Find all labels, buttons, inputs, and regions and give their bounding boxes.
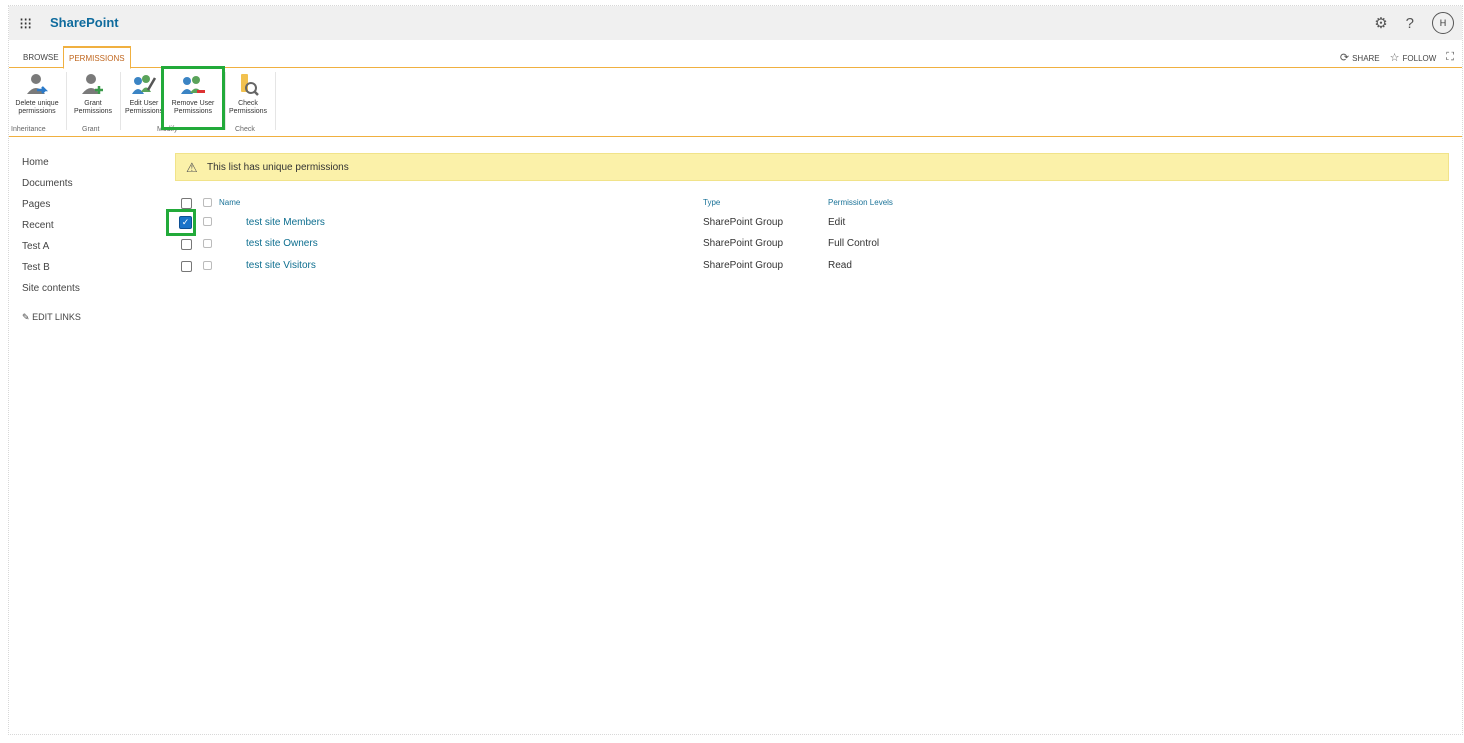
row-type: SharePoint Group	[703, 238, 784, 249]
row-item-checkbox[interactable]	[203, 217, 212, 226]
grant-permissions-icon	[82, 74, 103, 94]
share-icon: ⟳	[1339, 52, 1350, 64]
delete-unique-permissions-button[interactable]: Delete unique permissions	[9, 72, 65, 116]
button-label-line1: Edit User	[129, 100, 159, 107]
row-item-checkbox[interactable]	[203, 261, 212, 270]
follow-button[interactable]: ☆ FOLLOW	[1390, 51, 1437, 64]
share-button[interactable]: ⟳ SHARE	[1340, 51, 1380, 64]
suite-bar-right: ⚙ ? H	[1374, 12, 1454, 34]
nav-item-test-a[interactable]: Test A	[22, 241, 81, 262]
unique-permissions-banner: ⚠ This list has unique permissions	[175, 153, 1449, 181]
star-icon: ☆	[1389, 52, 1400, 64]
user-avatar[interactable]: H	[1432, 12, 1454, 34]
row-name-link[interactable]: test site Members	[246, 217, 325, 228]
help-icon[interactable]: ?	[1406, 15, 1414, 32]
nav-item-pages[interactable]: Pages	[22, 199, 81, 220]
row-permission-level: Edit	[828, 217, 846, 228]
tab-permissions[interactable]: PERMISSIONS	[63, 46, 131, 69]
row-type: SharePoint Group	[703, 217, 784, 228]
group-label-inheritance: Inheritance	[11, 126, 46, 133]
column-header-permission-levels[interactable]: Permission Levels	[828, 198, 893, 207]
row-name-link[interactable]: test site Visitors	[246, 260, 316, 271]
check-permissions-icon	[241, 74, 259, 96]
remove-permissions-highlight	[161, 66, 225, 130]
check-permissions-button[interactable]: Check Permissions	[220, 72, 276, 116]
group-label-check: Check	[235, 126, 255, 133]
column-header-type[interactable]: Type	[703, 198, 720, 207]
left-navigation: Home Documents Pages Recent Test A Test …	[22, 157, 81, 323]
banner-text: This list has unique permissions	[207, 162, 349, 173]
nav-item-home[interactable]: Home	[22, 157, 81, 178]
nav-item-test-b[interactable]: Test B	[22, 262, 81, 283]
button-label-line1: Delete unique	[15, 100, 59, 107]
grant-permissions-button[interactable]: Grant Permissions	[65, 72, 121, 116]
button-label-line2: Permissions	[124, 108, 164, 115]
app-launcher-icon[interactable]: ⁝⁝⁝	[19, 14, 32, 34]
tab-browse[interactable]: BROWSE	[19, 50, 63, 67]
button-label-line2: Permissions	[228, 108, 268, 115]
suite-bar: ⁝⁝⁝ SharePoint ⚙ ? H	[9, 6, 1462, 40]
edit-links-button[interactable]: ✎ EDIT LINKS	[22, 312, 81, 323]
row-name-link[interactable]: test site Owners	[246, 238, 318, 249]
header-item-checkbox[interactable]	[203, 198, 212, 207]
settings-gear-icon[interactable]: ⚙	[1374, 14, 1387, 32]
focus-mode-icon[interactable]: ⛶	[1446, 51, 1454, 64]
group-label-grant: Grant	[82, 126, 100, 133]
edit-links-label: EDIT LINKS	[32, 312, 81, 322]
button-label-line2: permissions	[18, 108, 56, 115]
button-label-line1: Check	[238, 100, 258, 107]
follow-label: FOLLOW	[1402, 54, 1437, 63]
page-actions: ⟳ SHARE ☆ FOLLOW ⛶	[1340, 51, 1454, 64]
button-label-line1: Grant	[84, 100, 102, 107]
row-type: SharePoint Group	[703, 260, 784, 271]
ribbon-tab-row: BROWSE PERMISSIONS ⟳ SHARE ☆ FOLLOW ⛶	[9, 45, 1462, 69]
row-checkbox-checked[interactable]: ✓	[179, 216, 192, 229]
delete-unique-permissions-icon	[27, 74, 49, 94]
nav-item-recent[interactable]: Recent	[22, 220, 81, 241]
button-label-line2: Permissions	[73, 108, 113, 115]
select-all-checkbox[interactable]	[181, 198, 192, 209]
row-checkbox[interactable]	[181, 239, 192, 250]
column-header-name[interactable]: Name	[219, 198, 240, 207]
ribbon-body: Delete unique permissions Inheritance Gr…	[9, 68, 1462, 137]
nav-item-documents[interactable]: Documents	[22, 178, 81, 199]
row-item-checkbox[interactable]	[203, 239, 212, 248]
app-title[interactable]: SharePoint	[50, 15, 119, 30]
share-label: SHARE	[1352, 54, 1380, 63]
nav-item-site-contents[interactable]: Site contents	[22, 283, 81, 304]
group-separator	[275, 72, 276, 130]
row-permission-level: Read	[828, 260, 852, 271]
row-checkbox[interactable]	[181, 261, 192, 272]
pencil-icon: ✎	[22, 312, 30, 322]
warning-icon: ⚠	[186, 160, 198, 175]
edit-user-permissions-icon	[132, 75, 157, 94]
row-permission-level: Full Control	[828, 238, 880, 249]
